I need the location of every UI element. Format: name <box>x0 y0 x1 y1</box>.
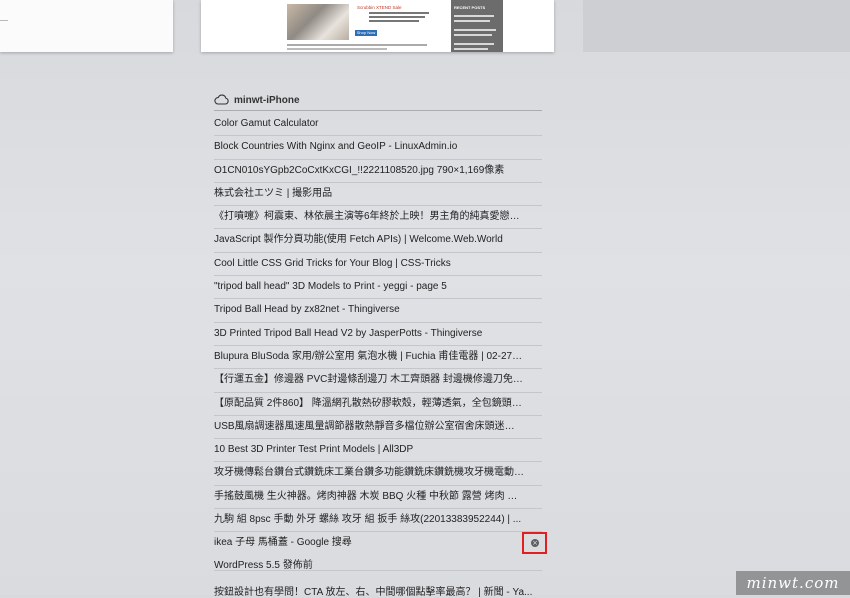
ad-text-line <box>369 20 419 22</box>
ad-title: Scrubbin XTEND Sale <box>357 5 402 10</box>
cloud-tab-title: 3D Printed Tripod Ball Head V2 by Jasper… <box>214 327 483 339</box>
cloud-tab-item[interactable]: O1CN010sYGpb2CoCxtKxCGI_!!2221108520.jpg… <box>214 160 542 183</box>
close-circle-icon[interactable]: × <box>531 539 539 547</box>
cloud-tab-item[interactable]: 《打噴嚏》柯震東、林依晨主演等6年終於上映！男主角的純真愛戀：... <box>214 206 542 230</box>
tab-thumbnail-right[interactable] <box>583 0 850 52</box>
list-divider <box>214 570 542 571</box>
cloud-tab-title: 手搖鼓風機 生火神器。烤肉神器 木炭 BBQ 火種 中秋節 露營 烤肉 烤肉..… <box>214 490 524 502</box>
cloud-tab-item[interactable]: 【行運五金】修邊器 PVC封邊條刮邊刀 木工齊頭器 封邊機修邊刀免漆... <box>214 369 542 393</box>
cloud-tab-title: O1CN010sYGpb2CoCxtKxCGI_!!2221108520.jpg… <box>214 164 505 176</box>
cloud-tab-item[interactable]: WordPress 5.5 發佈前 <box>214 556 313 571</box>
cloud-tab-item[interactable]: Blupura BluSoda 家用/辦公室用 氣泡水機 | Fuchia 甫佳… <box>214 346 542 370</box>
cloud-tab-item[interactable]: Tripod Ball Head by zx82net - Thingivers… <box>214 299 542 323</box>
cloud-tab-title: 【行運五金】修邊器 PVC封邊條刮邊刀 木工齊頭器 封邊機修邊刀免漆... <box>214 374 524 386</box>
close-tab-button[interactable]: × <box>522 532 547 554</box>
cloud-tab-item[interactable]: 【原配品質 2件860】 降溫網孔散熱矽膠軟殼，輕薄透氣，全包鏡頭更... <box>214 393 542 416</box>
cloud-tab-title: 【原配品質 2件860】 降溫網孔散熱矽膠軟殼，輕薄透氣，全包鏡頭更... <box>214 397 524 409</box>
cloud-tab-title: Block Countries With Nginx and GeoIP - L… <box>214 141 458 153</box>
cloud-tab-item-hovered[interactable]: ikea 子母 馬桶蓋 - Google 搜尋 <box>214 532 542 554</box>
cloud-tab-item[interactable]: 按鈕設計也有學問！CTA 放左、右、中間哪個點擊率最高？ | 新聞 - Ya..… <box>214 583 534 598</box>
cloud-tab-title: Cool Little CSS Grid Tricks for Your Blo… <box>214 257 451 269</box>
cloud-tab-list: Color Gamut Calculator Block Countries W… <box>214 113 542 555</box>
device-header: minwt-iPhone <box>214 92 542 111</box>
cloud-tab-item[interactable]: JavaScript 製作分頁功能(使用 Fetch APIs) | Welco… <box>214 229 542 253</box>
cloud-tab-item[interactable]: 九駒 組 8psc 手動 外牙 螺絲 攻牙 組 扳手 絲攻(2201338395… <box>214 509 542 533</box>
cloud-icon <box>214 94 229 105</box>
recent-posts-title: RECENT POSTS <box>454 5 486 10</box>
cloud-tab-title: USB風扇調速器風速風量調節器散熱靜音多檔位辦公室宿舍床頭迷你(22... <box>214 420 524 432</box>
ad-shop-button: Shop Now <box>355 30 377 36</box>
thumbnail-detail <box>0 20 8 21</box>
device-name: minwt-iPhone <box>234 95 300 106</box>
cloud-tab-title: 攻牙機傳鬆台鑽台式鑽銑床工業台鑽多功能鑽銑床鑽銑機攻牙機電動攻... <box>214 467 524 479</box>
cloud-tab-item[interactable]: 攻牙機傳鬆台鑽台式鑽銑床工業台鑽多功能鑽銑床鑽銑機攻牙機電動攻... <box>214 462 542 486</box>
cloud-tab-title: Color Gamut Calculator <box>214 118 319 129</box>
recent-post-line <box>454 29 496 31</box>
recent-post-line <box>454 43 494 45</box>
recent-post-line <box>454 34 492 36</box>
cloud-tab-title: "tripod ball head" 3D Models to Print - … <box>214 281 447 293</box>
tab-thumbnail-main[interactable]: Scrubbin XTEND Sale Shop Now RECENT POST… <box>201 0 554 52</box>
cloud-tab-title: ikea 子母 馬桶蓋 - Google 搜尋 <box>214 537 352 549</box>
cloud-tab-item[interactable]: 株式会社エツミ | 撮影用品 <box>214 183 542 207</box>
cloud-tab-title: 10 Best 3D Printer Test Print Models | A… <box>214 444 414 456</box>
cloud-tab-item[interactable]: Cool Little CSS Grid Tricks for Your Blo… <box>214 253 542 277</box>
cloud-tab-item[interactable]: 3D Printed Tripod Ball Head V2 by Jasper… <box>214 323 542 346</box>
recent-post-line <box>454 15 494 17</box>
ad-text-line <box>369 16 425 18</box>
cloud-tab-item[interactable]: Block Countries With Nginx and GeoIP - L… <box>214 136 542 160</box>
cloud-tab-item[interactable]: 10 Best 3D Printer Test Print Models | A… <box>214 439 542 463</box>
recent-post-line <box>454 48 488 50</box>
ad-caption-line <box>287 48 387 50</box>
recent-post-line <box>454 20 490 22</box>
tab-thumbnail-left[interactable] <box>0 0 173 52</box>
cloud-tab-item[interactable]: Color Gamut Calculator <box>214 113 542 137</box>
cloud-tab-title: Blupura BluSoda 家用/辦公室用 氣泡水機 | Fuchia 甫佳… <box>214 350 524 362</box>
cloud-tab-item[interactable]: "tripod ball head" 3D Models to Print - … <box>214 276 542 300</box>
cloud-tab-title: 株式会社エツミ | 撮影用品 <box>214 187 333 199</box>
cloud-tab-item[interactable]: USB風扇調速器風速風量調節器散熱靜音多檔位辦公室宿舍床頭迷你(22... <box>214 416 542 440</box>
ad-caption-line <box>287 44 427 46</box>
cloud-tab-title: 九駒 組 8psc 手動 外牙 螺絲 攻牙 組 扳手 絲攻(2201338395… <box>214 514 522 526</box>
cloud-tab-title: Tripod Ball Head by zx82net - Thingivers… <box>214 304 400 316</box>
recent-posts-panel: RECENT POSTS <box>451 0 503 52</box>
ad-photo <box>287 4 349 40</box>
cloud-tab-item[interactable]: 手搖鼓風機 生火神器。烤肉神器 木炭 BBQ 火種 中秋節 露營 烤肉 烤肉..… <box>214 486 542 510</box>
cloud-tab-title: JavaScript 製作分頁功能(使用 Fetch APIs) | Welco… <box>214 234 503 246</box>
watermark: minwt.com <box>736 571 850 595</box>
cloud-tab-title: 《打噴嚏》柯震東、林依晨主演等6年終於上映！男主角的純真愛戀：... <box>214 211 524 223</box>
ad-text-line <box>369 12 429 14</box>
